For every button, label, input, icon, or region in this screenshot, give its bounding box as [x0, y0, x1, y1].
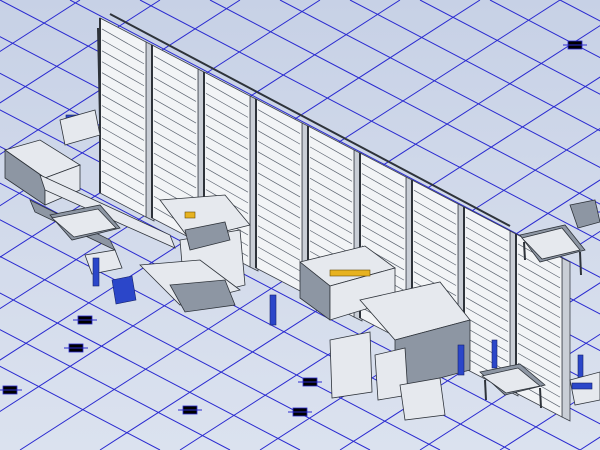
grid-marker: [298, 377, 322, 387]
storage-bay: [99, 17, 155, 222]
cad-viewport[interactable]: [0, 0, 600, 450]
grid-marker: [0, 385, 22, 395]
grid-marker: [73, 315, 97, 325]
factory-layout-drawing: [0, 0, 600, 450]
grid-marker: [563, 40, 587, 50]
storage-bay: [515, 233, 571, 422]
grid-marker: [64, 343, 88, 353]
grid-marker: [178, 405, 202, 415]
